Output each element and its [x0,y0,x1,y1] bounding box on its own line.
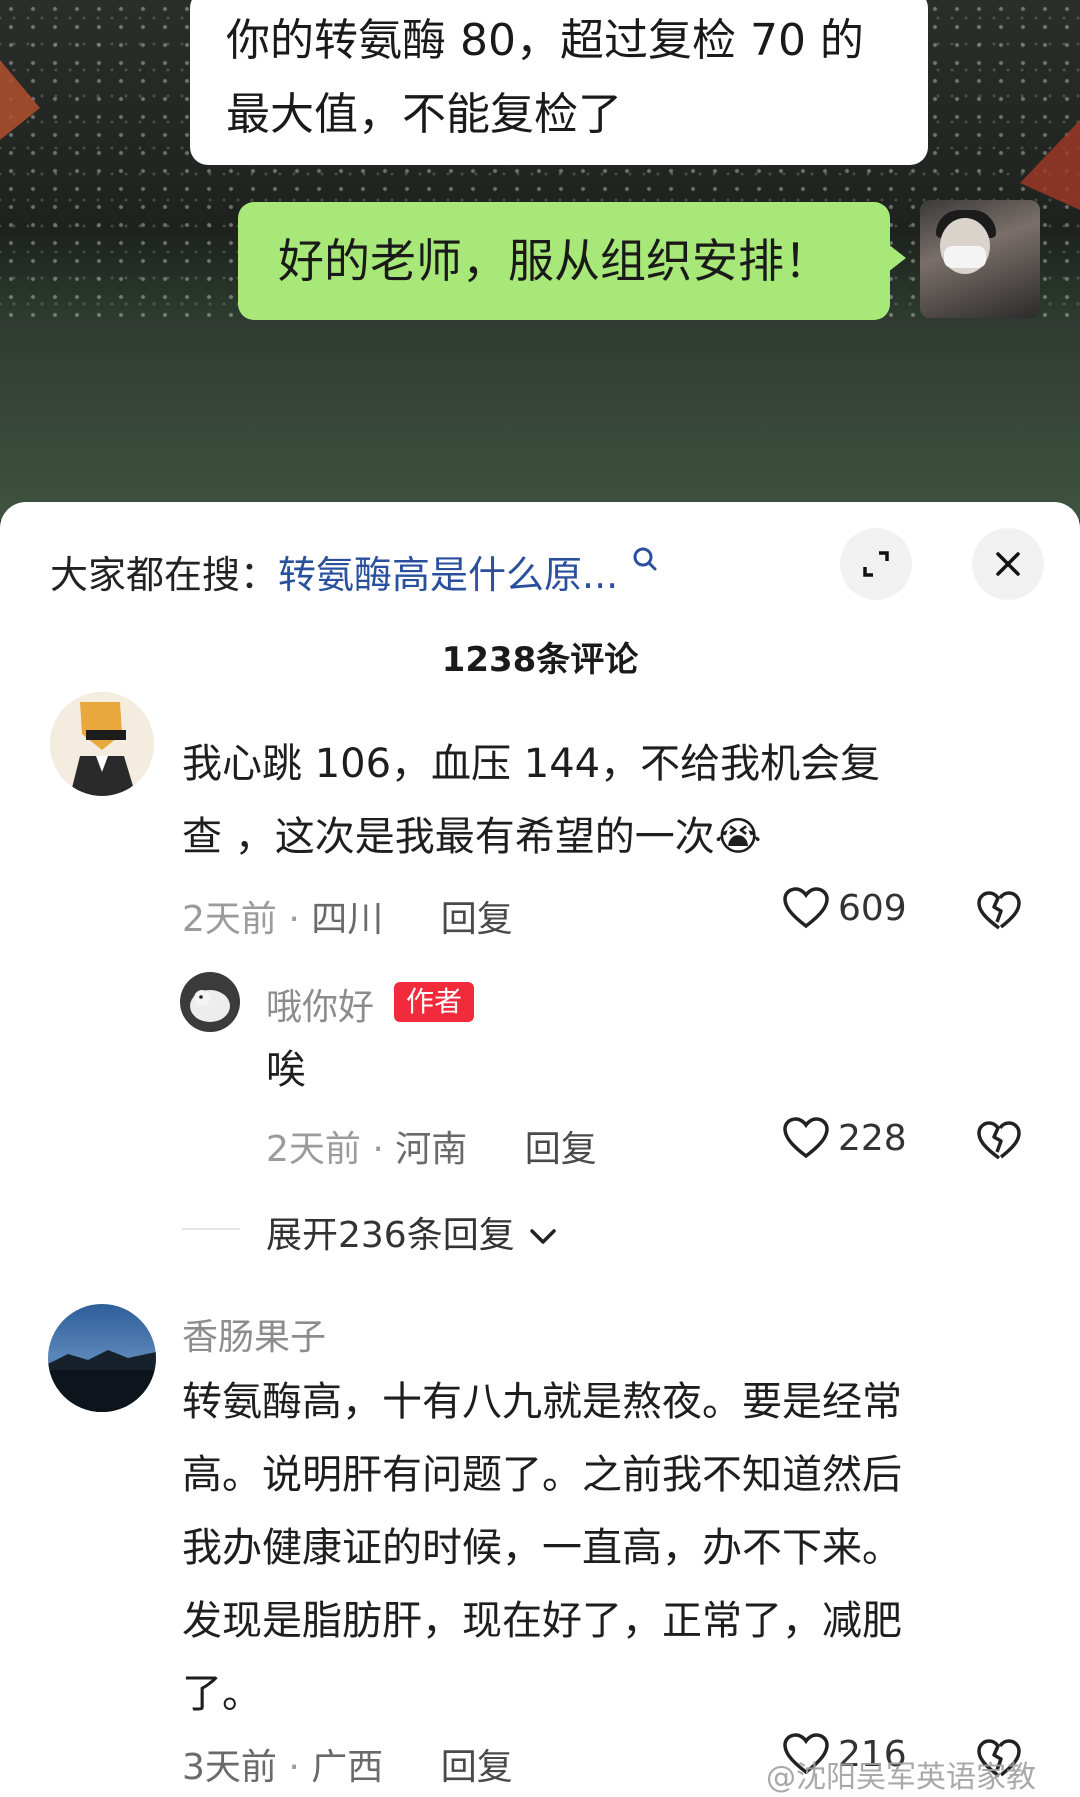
expand-replies-label: 展开236条回复 [266,1215,515,1256]
close-icon [996,552,1020,576]
dislike-button[interactable] [976,890,1022,936]
comment-text-line: 转氨酶高，十有八九就是熬夜。要是经常 [182,1379,902,1425]
chat-bubble-received: 你的转氨酶 80，超过复检 70 的 最大值，不能复检了 [190,0,928,165]
comment-username[interactable]: 香肠果子 [182,1308,326,1360]
search-suggestion-prefix: 大家都在搜： [50,553,279,597]
comment-time: 2天前 [182,899,277,940]
avatar[interactable] [48,1304,156,1412]
close-button[interactable] [972,528,1044,600]
comment-meta: 3天前 · 广西 回复 [182,1747,513,1788]
broken-heart-icon [977,891,1021,930]
reply-text: 唉 [266,1047,306,1093]
chat-bubble-sent: 好的老师，服从组织安排！ [238,202,906,320]
comment-text-line: 了。 [182,1671,262,1717]
chat-avatar [920,200,1040,318]
comment-text-line: 我心跳 106，血压 144，不给我机会复 [182,741,881,787]
search-suggestion[interactable]: 大家都在搜：转氨酶高是什么原... [50,544,664,597]
video-lower-area [0,318,1080,520]
avatar[interactable] [180,972,240,1032]
comment-text-line: 查 ，这次是我最有希望的一次 [182,814,715,860]
heart-icon [783,1117,829,1159]
reply-meta: 2天前 · 河南 回复 [266,1129,597,1170]
dislike-button[interactable] [976,1120,1022,1166]
like-count: 228 [838,1117,907,1159]
chat-message-line: 你的转氨酶 80，超过复检 70 的 [226,15,864,66]
reply-location: 河南 [395,1129,468,1170]
avatar[interactable] [50,692,154,796]
crying-emoji-icon: 😭 [714,814,762,860]
comment-text-line: 发现是脂肪肝，现在好了，正常了，减肥 [182,1598,902,1644]
like-button[interactable]: 228 [782,1116,907,1160]
like-count: 609 [838,887,907,929]
heart-icon [783,887,829,929]
expand-icon [863,551,889,577]
broken-heart-icon [977,1121,1021,1160]
search-icon[interactable] [630,544,664,594]
reply-time: 2天前 [266,1129,361,1170]
watermark: @沈阳吴军英语家教 [766,1760,1036,1795]
expand-replies-button[interactable]: 展开236条回复 [266,1206,560,1258]
video-player[interactable]: 你的转氨酶 80，超过复检 70 的 最大值，不能复检了 好的老师，服从组织安排… [0,0,1080,520]
like-button[interactable]: 609 [782,886,907,930]
expand-button[interactable] [840,528,912,600]
comment-text: 转氨酶高，十有八九就是熬夜。要是经常 高。说明肝有问题了。之前我不知道然后 我办… [182,1366,1012,1731]
divider [182,1228,240,1230]
reply-button[interactable]: 回复 [441,899,513,940]
comment-text: 我心跳 106，血压 144，不给我机会复 查 ，这次是我最有希望的一次😭 [182,728,1012,874]
author-badge: 作者 [394,982,475,1022]
comment-text-line: 高。说明肝有问题了。之前我不知道然后 [182,1452,902,1498]
comment-meta: 2天前 · 四川 回复 [182,899,513,940]
reply-button[interactable]: 回复 [525,1129,597,1170]
comment-text-line: 我办健康证的时候，一直高，办不下来。 [182,1525,902,1571]
chat-message-line: 最大值，不能复检了 [226,89,622,140]
comment-location: 广西 [311,1747,384,1788]
chevron-down-icon [530,1229,556,1244]
reply-username[interactable]: 哦你好 [266,978,374,1030]
reply-button[interactable]: 回复 [441,1747,513,1788]
search-suggestion-term[interactable]: 转氨酶高是什么原... [278,553,618,597]
comment-sheet: 大家都在搜：转氨酶高是什么原... 1238条评论 我心跳 106，血压 144… [0,502,1080,1797]
comment-location: 四川 [311,899,384,940]
comment-time: 3天前 [182,1747,277,1788]
comment-count: 1238条评论 [441,640,639,680]
